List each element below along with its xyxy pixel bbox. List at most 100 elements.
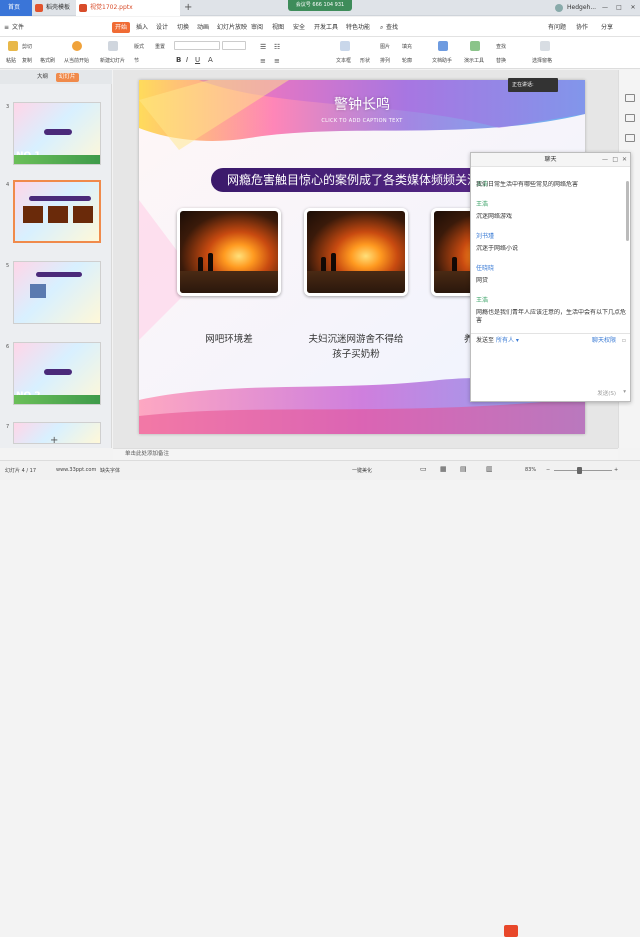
user-name[interactable]: Hedgeh... xyxy=(567,4,596,11)
font-color-icon[interactable]: A xyxy=(208,56,213,64)
play-slideshow-button[interactable] xyxy=(504,925,518,937)
play-icon[interactable] xyxy=(72,41,82,51)
paste-icon[interactable] xyxy=(8,41,18,51)
settings-icon[interactable] xyxy=(625,94,635,102)
menu-transition[interactable]: 切换 xyxy=(177,22,189,33)
slide-thumbnail-selected[interactable] xyxy=(13,180,101,243)
maximize-chat-icon[interactable]: □ xyxy=(612,153,618,167)
format-painter-button[interactable]: 格式刷 xyxy=(40,57,55,64)
zoom-slider[interactable] xyxy=(554,470,612,471)
find-button[interactable]: 查找 xyxy=(496,43,506,50)
font-size-select[interactable] xyxy=(222,41,246,50)
picture-button[interactable]: 图片 xyxy=(380,43,390,50)
outline-button[interactable]: 轮廓 xyxy=(402,57,412,64)
grid-view-icon[interactable]: ▥ xyxy=(486,465,493,473)
zoom-slider-thumb[interactable] xyxy=(577,467,582,474)
from-current-button[interactable]: 从当前开始 xyxy=(64,57,89,64)
menu-file[interactable]: 文件 xyxy=(12,22,24,33)
avatar[interactable] xyxy=(555,3,564,12)
normal-view-icon[interactable]: ▭ xyxy=(420,465,427,473)
fire-photo[interactable] xyxy=(304,208,408,296)
align-left-icon[interactable]: ≡ xyxy=(260,57,266,65)
menu-developer[interactable]: 开发工具 xyxy=(314,22,338,33)
italic-icon[interactable]: I xyxy=(186,56,188,64)
bullet-list-icon[interactable]: ☰ xyxy=(260,43,266,51)
properties-icon[interactable] xyxy=(625,114,635,122)
select-pane-icon[interactable] xyxy=(540,41,550,51)
chat-permission-button[interactable]: 聊天权限 xyxy=(592,334,616,348)
meeting-id-banner[interactable]: 会议号 666 104 931 xyxy=(288,0,352,11)
align-center-icon[interactable]: ≡ xyxy=(274,57,280,65)
menu-search[interactable]: 查找 xyxy=(386,22,398,33)
close-window-button[interactable]: ✕ xyxy=(626,0,640,16)
fill-button[interactable]: 填充 xyxy=(402,43,412,50)
bold-icon[interactable]: B xyxy=(176,56,181,64)
send-button[interactable]: 发送(S) xyxy=(597,389,616,397)
menu-features[interactable]: 特色功能 xyxy=(346,22,370,33)
underline-icon[interactable]: U xyxy=(195,56,200,64)
slide-thumbnail[interactable]: NO.2 xyxy=(13,342,101,405)
text-box-icon[interactable] xyxy=(340,41,350,51)
menu-slideshow[interactable]: 幻灯片放映 xyxy=(217,22,247,33)
menu-design[interactable]: 设计 xyxy=(156,22,168,33)
tab-slides[interactable]: 幻灯片 xyxy=(56,73,79,82)
shape-button[interactable]: 形状 xyxy=(360,57,370,64)
slide-sorter-icon[interactable]: ▦ xyxy=(440,465,447,473)
new-slide-icon[interactable] xyxy=(108,41,118,51)
reset-button[interactable]: 重置 xyxy=(155,43,165,50)
doc-assistant-button[interactable]: 文档助手 xyxy=(432,57,452,64)
chat-scrollbar[interactable] xyxy=(626,181,629,241)
photo-caption[interactable]: 夫妇沉迷网游舍不得给 孩子买奶粉 xyxy=(291,332,421,362)
replace-button[interactable]: 替换 xyxy=(496,57,506,64)
zoom-level[interactable]: 83% xyxy=(525,467,536,473)
send-to-select[interactable]: 所有人 xyxy=(496,337,514,344)
expand-icon[interactable]: ▫ xyxy=(622,334,626,348)
tab-pptx-file[interactable]: 视觉1702.pptx xyxy=(76,0,180,16)
chevron-down-icon[interactable]: ▾ xyxy=(516,337,519,344)
chat-input[interactable] xyxy=(471,347,630,385)
presentation-tools-icon[interactable] xyxy=(470,41,480,51)
numbered-list-icon[interactable]: ☷ xyxy=(274,43,280,51)
maximize-button[interactable]: □ xyxy=(612,0,626,16)
text-box-button[interactable]: 文本框 xyxy=(336,57,351,64)
presentation-tools-button[interactable]: 演示工具 xyxy=(464,57,484,64)
slide-thumbnail[interactable]: NO.1 xyxy=(13,102,101,165)
menu-view[interactable]: 视图 xyxy=(272,22,284,33)
menu-animation[interactable]: 动画 xyxy=(197,22,209,33)
cut-button[interactable]: 剪切 xyxy=(22,43,32,50)
menu-review[interactable]: 审阅 xyxy=(251,22,263,33)
slide-subtitle[interactable]: CLICK TO ADD CAPTION TEXT xyxy=(139,118,585,124)
help-button[interactable]: 有问题 xyxy=(548,22,566,33)
share-button[interactable]: 分享 xyxy=(601,22,613,33)
close-chat-icon[interactable]: ✕ xyxy=(622,153,627,167)
doc-assistant-icon[interactable] xyxy=(438,41,448,51)
fire-photo[interactable] xyxy=(177,208,281,296)
layout-button[interactable]: 版式 xyxy=(134,43,144,50)
paste-button[interactable]: 粘贴 xyxy=(6,57,16,64)
search-icon[interactable]: ⌕ xyxy=(380,22,383,33)
slide-thumbnail[interactable] xyxy=(13,261,101,324)
slide-title[interactable]: 警钟长鸣 xyxy=(139,94,585,114)
collab-button[interactable]: 协作 xyxy=(576,22,588,33)
missing-font-button[interactable]: 缺失字体 xyxy=(100,467,120,474)
menu-security[interactable]: 安全 xyxy=(293,22,305,33)
copy-icon[interactable] xyxy=(625,134,635,142)
hamburger-icon[interactable]: ≡ xyxy=(4,22,9,33)
send-options-icon[interactable]: ▾ xyxy=(623,389,626,395)
zoom-out-button[interactable]: − xyxy=(546,467,550,473)
beautify-button[interactable]: 一键美化 xyxy=(352,467,372,474)
reading-view-icon[interactable]: ▤ xyxy=(460,465,467,473)
photo-caption[interactable]: 网吧环境差 xyxy=(164,332,294,347)
zoom-in-button[interactable]: + xyxy=(614,467,618,473)
minimize-button[interactable]: — xyxy=(598,0,612,16)
tab-outline[interactable]: 大纲 xyxy=(34,73,51,82)
minimize-chat-icon[interactable]: — xyxy=(602,153,608,167)
add-slide-button[interactable]: + xyxy=(50,435,58,446)
font-name-select[interactable] xyxy=(174,41,220,50)
tab-docer[interactable]: 稻壳模板 xyxy=(32,0,72,16)
copy-button[interactable]: 复制 xyxy=(22,57,32,64)
select-pane-button[interactable]: 选择窗格 xyxy=(532,57,552,64)
menu-insert[interactable]: 插入 xyxy=(136,22,148,33)
arrange-button[interactable]: 排列 xyxy=(380,57,390,64)
new-tab-button[interactable]: + xyxy=(184,0,192,16)
